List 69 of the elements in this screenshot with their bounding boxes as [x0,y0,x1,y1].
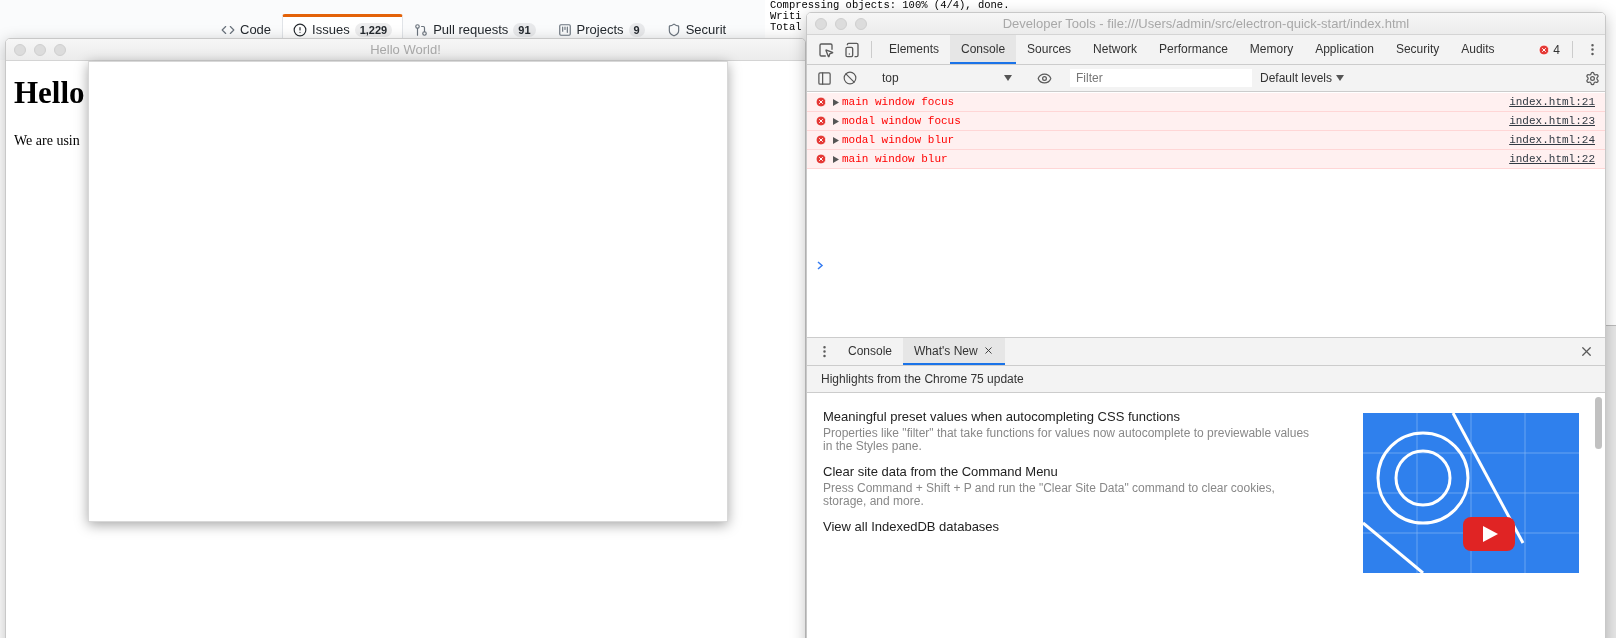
tab-label: Issues [312,22,350,37]
message-text: main window focus [842,96,955,108]
levels-dropdown[interactable]: Default levels [1260,71,1345,85]
repo-tab[interactable]: Securit [655,14,738,38]
source-link[interactable]: index.html:22 [1509,153,1595,165]
feature-title[interactable]: Meaningful preset values when autocompleting CSS functions [823,409,1313,425]
tab-label: Projects [576,22,624,37]
context-select[interactable]: top [876,71,1018,85]
expand-icon[interactable] [833,117,839,125]
terminal-line: Total [770,22,802,33]
terminal-line: Writi [770,11,802,22]
drawer-tab[interactable]: Console [837,338,904,365]
panel-tab[interactable]: Elements [878,35,951,64]
caret-icon [1336,75,1345,81]
repo-tab[interactable]: Pull requests 91 [403,14,547,38]
panel-tab[interactable]: Application [1304,35,1385,64]
highlights-heading: Highlights from the Chrome 75 update [807,366,1605,393]
panel-tab[interactable]: Audits [1450,35,1506,64]
error-icon [815,134,827,146]
error-icon [815,153,827,165]
caret-icon [1004,75,1012,81]
message-text: modal window focus [842,115,961,127]
source-link[interactable]: index.html:23 [1509,115,1595,127]
tab-counter: 1,229 [354,23,393,37]
source-link[interactable]: index.html:24 [1509,134,1595,146]
page-heading: Hello [14,75,85,111]
shield-icon [666,23,681,37]
error-count: 4 [1553,42,1560,57]
video-thumbnail-drawing[interactable] [1363,413,1579,573]
tab-counter: 91 [513,23,536,37]
tab-label: Securit [685,22,727,37]
panel-tab[interactable]: Sources [1016,35,1083,64]
panel-tab[interactable]: Network [1082,35,1149,64]
expand-icon[interactable] [833,98,839,106]
error-icon [1538,43,1551,56]
tab-counter: 9 [628,23,645,37]
drawer-tab[interactable]: What's New [903,338,1005,365]
tab-label: Pull requests [433,22,509,37]
error-icon [815,96,827,108]
code-icon [221,23,235,37]
scrollbar-thumb[interactable] [1595,397,1602,449]
issue-icon [293,23,308,37]
tab-label: Code [240,22,272,37]
repo-tab[interactable]: Projects 9 [546,14,656,38]
pull-request-icon [414,23,429,37]
panel-tab[interactable]: Performance [1148,35,1239,64]
source-link[interactable]: index.html:21 [1509,96,1595,108]
feature-title[interactable]: View all IndexedDB databases [823,519,1313,535]
panel-tab[interactable]: Memory [1238,35,1305,64]
expand-icon[interactable] [833,136,839,144]
expand-icon[interactable] [833,155,839,163]
repo-tab[interactable]: Code [210,14,283,38]
message-text: modal window blur [842,134,955,146]
board-icon [557,23,572,37]
window-title: Developer Tools - file:///Users/admin/src/electron-quick-start/index.html [1001,16,1411,31]
panel-tab[interactable]: Console [950,35,1017,64]
repo-tab[interactable]: Issues 1,229 [282,14,404,38]
window-title: Hello World! [369,42,442,57]
error-icon [815,115,827,127]
feature-title[interactable]: Clear site data from the Command Menu [823,464,1313,480]
message-text: main window blur [842,153,948,165]
panel-tab[interactable]: Security [1384,35,1451,64]
page-paragraph: We are usin [14,133,80,149]
terminal-line: Compressing objects: 100% (4/4), done. [770,0,1010,11]
prompt-icon [817,261,824,270]
feature-description: Properties like "filter" that take functions for values now autocomplete to previewable values in the Styles pane. [823,427,1311,453]
close-icon[interactable] [982,345,994,356]
feature-description: Press Command + Shift + P and run the "Clear Site Data" command to clear cookies, storage, and more. [823,482,1276,508]
filter-field[interactable]: Filter [1070,69,1252,87]
